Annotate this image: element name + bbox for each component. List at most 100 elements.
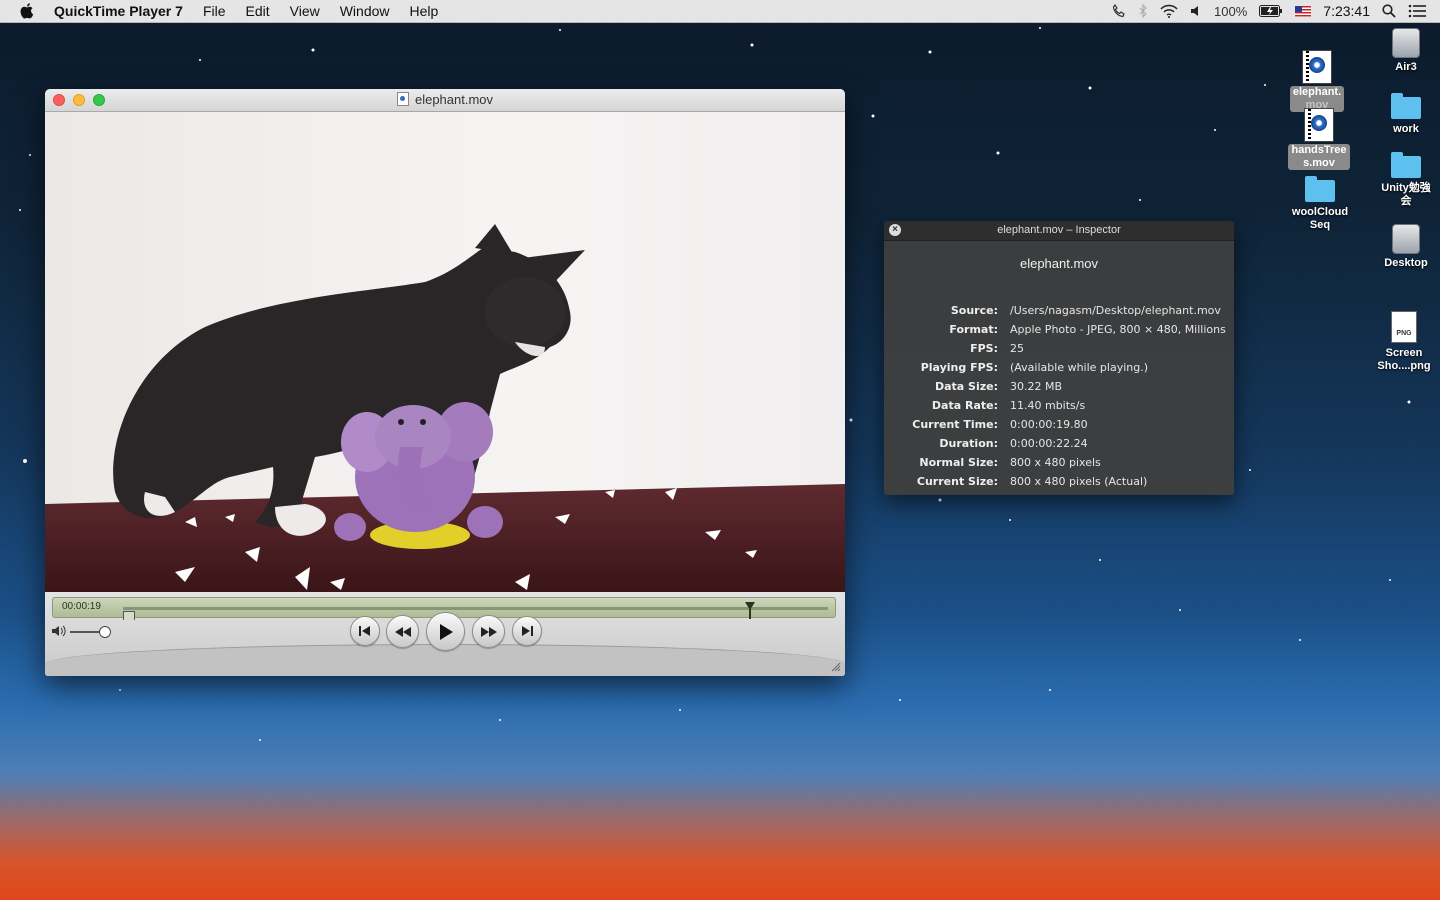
prop-label: FPS:: [970, 342, 998, 355]
window-title: elephant.mov: [414, 92, 494, 107]
prop-value: 800 x 480 pixels (Actual): [1010, 475, 1148, 488]
apple-menu-icon[interactable]: [20, 3, 34, 19]
menu-help[interactable]: Help: [410, 3, 439, 19]
desktop-icon-air3[interactable]: Air3: [1371, 28, 1440, 74]
prop-value: 0:00:00:22.24: [1010, 437, 1088, 450]
go-to-start-button[interactable]: [350, 616, 380, 646]
wifi-icon[interactable]: [1160, 0, 1178, 22]
inspector-close-icon[interactable]: ×: [889, 224, 901, 236]
movie-file-icon: [1304, 108, 1334, 142]
bluetooth-icon[interactable]: [1138, 0, 1148, 22]
desktop-icon-unity-study[interactable]: Unity勉強会: [1371, 152, 1440, 208]
notification-center-icon[interactable]: [1408, 0, 1426, 22]
label-line: handsTree: [1291, 144, 1347, 156]
prop-label: Data Size:: [934, 380, 998, 393]
selection-in-marker[interactable]: [123, 611, 135, 620]
desktop-icon-handstrees-mov[interactable]: handsTree s.mov: [1284, 108, 1354, 170]
rewind-button[interactable]: [386, 615, 419, 648]
spotlight-search-icon[interactable]: [1382, 0, 1396, 22]
desktop-icon-label: Screen Sho....png: [1374, 347, 1433, 373]
desktop-icon-elephant-mov[interactable]: elephant. mov: [1282, 50, 1352, 112]
label-line: Desktop: [1384, 257, 1428, 269]
drive-icon: [1392, 224, 1420, 254]
fast-forward-icon: [480, 626, 497, 637]
volume-icon[interactable]: [1190, 0, 1202, 22]
folder-icon: [1391, 152, 1421, 178]
prop-label: Duration:: [939, 437, 998, 450]
label-line: Screen: [1385, 347, 1423, 359]
folder-icon: [1305, 176, 1335, 202]
label-line: Seq: [1309, 219, 1331, 231]
prop-row-format: Format: Apple Photo - JPEG, 800 × 480, Mi…: [884, 320, 1234, 339]
label-line: woolCloud: [1291, 206, 1349, 218]
desktop-icon-label: work: [1390, 123, 1422, 136]
zoom-button[interactable]: [93, 94, 105, 106]
player-title-bar[interactable]: elephant.mov: [45, 89, 845, 112]
prop-label: Data Rate:: [931, 399, 998, 412]
prop-value: 800 x 480 pixels: [1010, 456, 1101, 469]
menu-window[interactable]: Window: [340, 3, 390, 19]
menu-file[interactable]: File: [203, 3, 226, 19]
label-line: Air3: [1395, 61, 1417, 73]
resize-grip-icon[interactable]: [831, 662, 841, 672]
inspector-panel: × elephant.mov – Inspector elephant.mov …: [884, 221, 1234, 495]
fast-forward-button[interactable]: [472, 615, 505, 648]
desktop-icon-label: Desktop: [1381, 257, 1430, 270]
prop-value: 11.40 mbits/s: [1010, 399, 1086, 412]
menu-view[interactable]: View: [290, 3, 320, 19]
png-tag: PNG: [1396, 330, 1412, 337]
battery-percent[interactable]: 100%: [1214, 0, 1247, 22]
prop-value: 30.22 MB: [1010, 380, 1063, 393]
minimize-button[interactable]: [73, 94, 85, 106]
inspector-title-bar[interactable]: × elephant.mov – Inspector: [884, 221, 1234, 241]
video-frame[interactable]: [45, 112, 845, 592]
label-line: Unity勉強: [1381, 182, 1431, 194]
prop-row-fps: FPS: 25: [884, 339, 1234, 358]
label-line: work: [1393, 123, 1419, 135]
movie-file-icon: [1302, 50, 1332, 84]
document-proxy-icon[interactable]: [396, 92, 409, 106]
inspector-properties: Source: /Users/nagasm/Desktop/elephant.mo…: [884, 301, 1234, 491]
prop-label: Source:: [950, 304, 998, 317]
menu-edit[interactable]: Edit: [246, 3, 270, 19]
prop-label: Format:: [949, 323, 998, 336]
label-line: Sho....png: [1377, 360, 1431, 372]
go-to-end-button[interactable]: [512, 616, 542, 646]
prop-label: Playing FPS:: [920, 361, 998, 374]
png-file-icon: PNG: [1391, 311, 1417, 343]
desktop-icon-label: woolCloud Seq: [1289, 206, 1351, 232]
phone-icon[interactable]: [1112, 0, 1126, 22]
rewind-icon: [394, 626, 411, 637]
volume-speaker-icon[interactable]: [51, 625, 67, 637]
prop-value: Apple Photo - JPEG, 800 × 480, Millions: [1010, 323, 1226, 336]
playhead[interactable]: [745, 602, 756, 619]
quicktime-player-window: elephant.mov 00:00:19: [45, 89, 845, 676]
app-name-menu[interactable]: QuickTime Player 7: [54, 3, 183, 19]
prop-row-normal-size: Normal Size: 800 x 480 pixels: [884, 453, 1234, 472]
play-button[interactable]: [426, 612, 465, 651]
prop-value: 0:00:00:19.80: [1010, 418, 1088, 431]
input-source-flag-icon[interactable]: [1295, 0, 1312, 22]
desktop-icon-label: handsTree s.mov: [1288, 144, 1350, 170]
volume-slider-knob[interactable]: [99, 626, 112, 638]
close-button[interactable]: [53, 94, 65, 106]
prop-row-source: Source: /Users/nagasm/Desktop/elephant.mo…: [884, 301, 1234, 320]
desktop-icon-screenshot-png[interactable]: PNG Screen Sho....png: [1369, 311, 1439, 373]
timeline-track[interactable]: [123, 607, 828, 610]
current-timecode: 00:00:19: [62, 601, 101, 612]
inspector-file-name: elephant.mov: [1019, 256, 1099, 271]
desktop-icon-woolcloudseq[interactable]: woolCloud Seq: [1285, 176, 1355, 232]
desktop-icon-work[interactable]: work: [1371, 93, 1440, 136]
prop-label: Normal Size:: [919, 456, 998, 469]
prop-value: /Users/nagasm/Desktop/elephant.mov: [1010, 304, 1221, 317]
battery-icon[interactable]: [1259, 0, 1283, 22]
desktop-icon-label: Unity勉強会: [1378, 182, 1434, 208]
status-area: 100% 7:23:41: [1112, 0, 1426, 22]
transport-controls: 00:00:19: [45, 592, 845, 676]
label-line: elephant.: [1292, 86, 1342, 98]
clock[interactable]: 7:23:41: [1323, 0, 1370, 22]
skip-back-icon: [359, 626, 370, 636]
desktop-icon-desktop-drive[interactable]: Desktop: [1371, 224, 1440, 270]
prop-row-current-time: Current Time: 0:00:00:19.80: [884, 415, 1234, 434]
prop-label: Current Time:: [912, 418, 998, 431]
